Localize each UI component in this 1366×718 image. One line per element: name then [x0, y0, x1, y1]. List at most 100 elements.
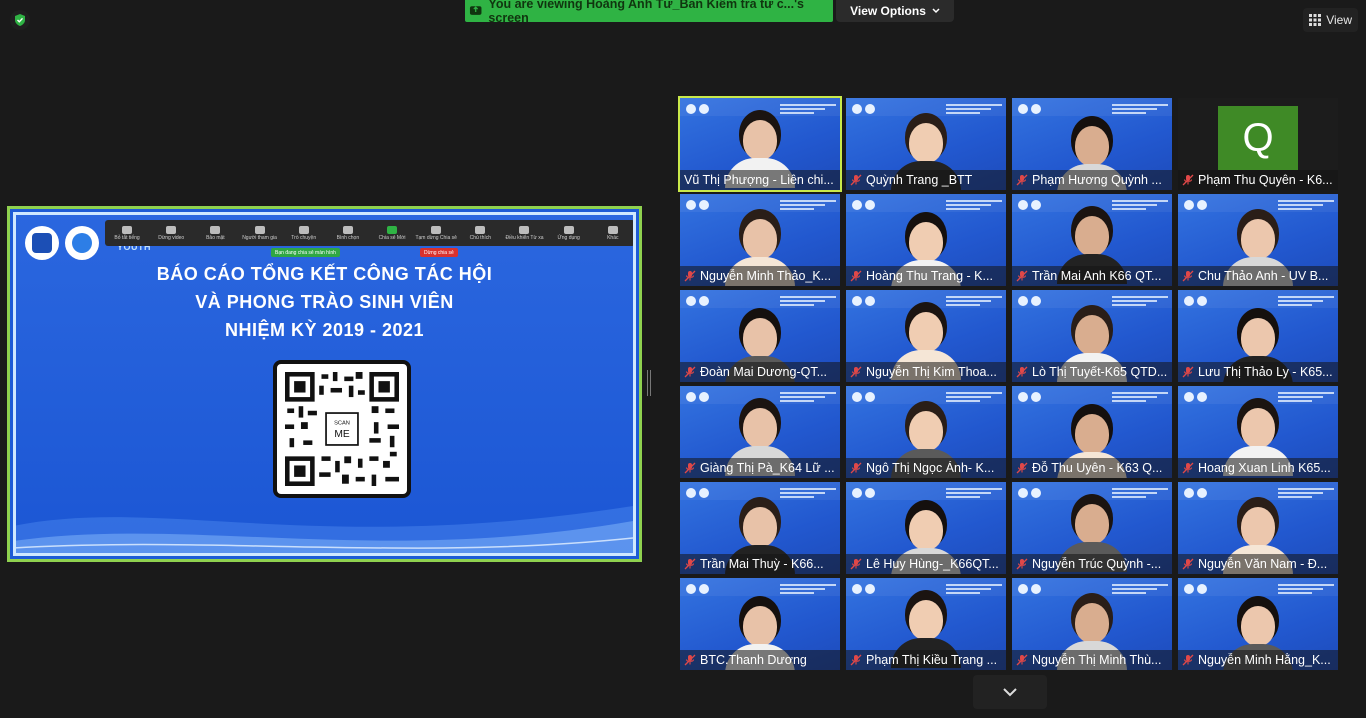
participant-head [909, 222, 943, 262]
participant-name-bar: Vũ Thị Phượng - Liên chi... [680, 170, 840, 190]
logo-dot [686, 584, 696, 594]
participant-name-bar: Chu Thảo Anh - UV B... [1178, 266, 1338, 286]
participant-name: Hoang Xuan Linh K65... [1198, 461, 1331, 475]
university-logo [25, 226, 59, 260]
tool-pause-share: Tạm dừng Chia sẻ [415, 225, 457, 241]
pause-icon [431, 225, 442, 234]
tool-unmute: Bỏ tắt tiếng [108, 225, 146, 241]
mic-muted-icon [1016, 366, 1028, 378]
background-text-lines [946, 582, 1002, 594]
participant-tile[interactable]: Ngô Thị Ngọc Ánh- K... [846, 386, 1006, 478]
participant-tile[interactable]: Hoàng Thu Trang - K... [846, 194, 1006, 286]
mouse-icon [519, 225, 530, 234]
background-text-lines [946, 198, 1002, 210]
logo-dot [1184, 392, 1194, 402]
participant-tile[interactable]: Vũ Thị Phượng - Liên chi... [678, 96, 842, 192]
background-logos [1184, 200, 1207, 210]
logo-dot [1031, 296, 1041, 306]
logo-dot [1184, 584, 1194, 594]
participant-tile[interactable]: Trần Mai Thuỳ - K66... [680, 482, 840, 574]
tool-annotate: Chú thích [461, 225, 499, 241]
participant-name-bar: Nguyễn Thị Minh Thù... [1012, 650, 1172, 670]
mic-muted-icon [1182, 270, 1194, 282]
participant-name: BTC.Thanh Dương [700, 653, 807, 667]
logo-dot [699, 296, 709, 306]
participant-head [909, 600, 943, 640]
mic-muted-icon [684, 366, 696, 378]
participant-name: Ngô Thị Ngọc Ánh- K... [866, 461, 995, 475]
participant-tile[interactable]: Hoang Xuan Linh K65... [1178, 386, 1338, 478]
logo-dot [699, 392, 709, 402]
participant-tile[interactable]: Nguyễn Văn Nam - Đ... [1178, 482, 1338, 574]
participant-name: Nguyễn Văn Nam - Đ... [1198, 557, 1328, 571]
participant-tile[interactable]: Lò Thị Tuyết-K65 QTD... [1012, 290, 1172, 382]
participant-tile[interactable]: Trần Mai Anh K66 QT... [1012, 194, 1172, 286]
participant-tile[interactable]: Q Phạm Thu Quyên - K6... [1178, 98, 1338, 190]
svg-text:ME: ME [334, 429, 350, 440]
background-text-lines [780, 486, 836, 498]
tool-remote-control: Điều khiển Từ xa [505, 225, 543, 241]
participant-head [743, 507, 777, 547]
logo-dot [1018, 488, 1028, 498]
background-text-lines [1112, 294, 1168, 306]
participant-tile[interactable]: Lưu Thị Thảo Ly - K65... [1178, 290, 1338, 382]
participant-head [743, 408, 777, 448]
slide-title-line3: NHIỆM KỲ 2019 - 2021 [224, 320, 425, 340]
participant-tile[interactable]: Đỗ Thu Uyên - K63 Q... [1012, 386, 1172, 478]
participant-head [1075, 504, 1109, 544]
logo-dot [686, 488, 696, 498]
mic-muted-icon [1182, 366, 1194, 378]
panel-resize-handle[interactable] [647, 370, 651, 396]
background-text-lines [1112, 486, 1168, 498]
logo-dot [852, 584, 862, 594]
participant-tile[interactable]: Quỳnh Trang _BTT [846, 98, 1006, 190]
participant-tile[interactable]: Phạm Thị Kiều Trang ... [846, 578, 1006, 670]
background-text-lines [780, 582, 836, 594]
participant-tile[interactable]: Nguyễn Thị Kim Thoa... [846, 290, 1006, 382]
logo-dot [852, 488, 862, 498]
background-logos [852, 296, 875, 306]
participant-tile[interactable]: Phạm Hương Quỳnh ... [1012, 98, 1172, 190]
tool-more: Khác [594, 225, 632, 241]
participant-tile[interactable]: Nguyễn Trúc Quỳnh -... [1012, 482, 1172, 574]
gallery-next-page-button[interactable] [973, 675, 1047, 709]
encryption-shield-icon[interactable] [10, 10, 30, 30]
background-text-lines [1278, 390, 1334, 402]
background-text-lines [1112, 198, 1168, 210]
participant-tile[interactable]: Nguyễn Minh Thảo_K... [680, 194, 840, 286]
background-text-lines [1112, 102, 1168, 114]
participant-tile[interactable]: Đoàn Mai Dương-QT... [680, 290, 840, 382]
shared-screen[interactable]: YOUTH Bỏ tắt tiếng Dừng video Bảo mật Ng… [7, 206, 642, 562]
participant-tile[interactable]: Giàng Thị Pà_K64 Lữ ... [680, 386, 840, 478]
background-text-lines [946, 486, 1002, 498]
participant-head [909, 312, 943, 352]
mic-muted-icon [850, 558, 862, 570]
participant-name: Trần Mai Thuỳ - K66... [700, 557, 824, 571]
background-logos [852, 488, 875, 498]
participant-tile[interactable]: Lê Huy Hùng-_K66QT... [846, 482, 1006, 574]
presentation-slide: YOUTH Bỏ tắt tiếng Dừng video Bảo mật Ng… [13, 212, 636, 556]
stop-share-pill: Dừng chia sẻ [420, 248, 458, 257]
participant-tile[interactable]: Nguyễn Thị Minh Thù... [1012, 578, 1172, 670]
tool-chat: Trò chuyện [285, 225, 323, 241]
mic-muted-icon [1016, 558, 1028, 570]
tool-new-share: Chia sẻ Mới [373, 225, 411, 241]
avatar: Q [1218, 106, 1298, 170]
background-text-lines [946, 294, 1002, 306]
participant-name: Lê Huy Hùng-_K66QT... [866, 557, 999, 571]
participant-name-bar: Đoàn Mai Dương-QT... [680, 362, 840, 382]
participant-name: Đoàn Mai Dương-QT... [700, 365, 828, 379]
participant-head [1075, 414, 1109, 454]
background-logos [686, 104, 709, 114]
participant-tile[interactable]: Chu Thảo Anh - UV B... [1178, 194, 1338, 286]
logo-dot [686, 200, 696, 210]
participant-name-bar: Lê Huy Hùng-_K66QT... [846, 554, 1006, 574]
participant-name-bar: Phạm Hương Quỳnh ... [1012, 170, 1172, 190]
participant-tile[interactable]: Nguyễn Minh Hằng_K... [1178, 578, 1338, 670]
participant-name: Trần Mai Anh K66 QT... [1032, 269, 1162, 283]
logo-dot [699, 104, 709, 114]
mic-muted-icon [1182, 654, 1194, 666]
participant-tile[interactable]: BTC.Thanh Dương [680, 578, 840, 670]
view-options-button[interactable]: View Options [836, 0, 954, 22]
gallery-view-button[interactable]: View [1303, 8, 1358, 32]
